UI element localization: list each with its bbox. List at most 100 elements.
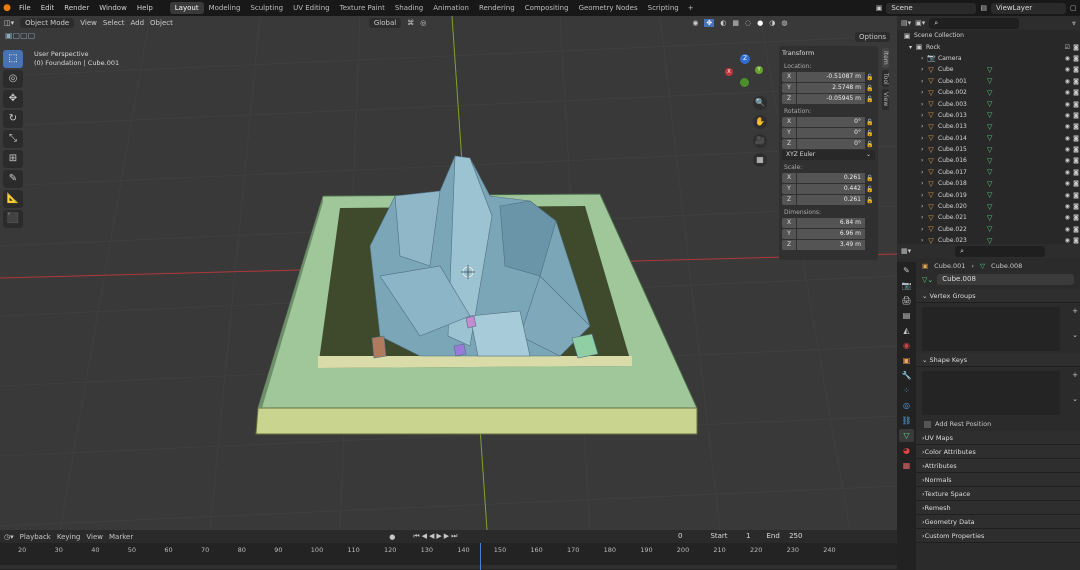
- rotate-tool-icon[interactable]: ↻: [3, 110, 23, 128]
- shape-key-menu-icon[interactable]: ⌄: [1072, 395, 1078, 403]
- lock-icon[interactable]: 🔓: [865, 197, 875, 204]
- shading-wire-icon[interactable]: ◌: [745, 19, 751, 27]
- tab-item[interactable]: Item: [882, 48, 889, 68]
- visibility-eye-icon[interactable]: ◉: [1065, 55, 1070, 62]
- mesh-data-tab-icon[interactable]: ▽: [899, 429, 914, 442]
- material-tab-icon[interactable]: ◕: [899, 444, 914, 457]
- overlay-icon[interactable]: ◐: [720, 19, 726, 27]
- menu-render[interactable]: Render: [59, 4, 94, 12]
- outliner-item[interactable]: › ▽ Cube.002 ▽ ◉ ◙: [897, 87, 1080, 98]
- lock-icon[interactable]: 🔓: [865, 96, 875, 103]
- collection-rock-row[interactable]: ▾ ▣ Rock ☑ ◙: [897, 41, 1080, 52]
- playback-controls[interactable]: ⏮◀◀▶▶⏭: [413, 532, 459, 541]
- outliner-item[interactable]: › ▽ Cube ▽ ◉ ◙: [897, 64, 1080, 75]
- timeline-ruler[interactable]: 20 30 40 50 60 70 80 90 100 110 120 130 140 150 160 170…: [0, 543, 897, 570]
- visibility-eye-icon[interactable]: ◉: [1065, 203, 1070, 210]
- mesh-data-icon[interactable]: ▽: [987, 100, 992, 108]
- outliner-item[interactable]: › ▽ Cube.017 ▽ ◉ ◙: [897, 167, 1080, 178]
- render-camera-icon[interactable]: ◙: [1073, 146, 1079, 153]
- tab-tool[interactable]: Tool: [882, 69, 889, 88]
- render-camera-icon[interactable]: ◙: [1073, 203, 1079, 210]
- lock-icon[interactable]: 🔓: [865, 130, 875, 137]
- shading-solid-icon[interactable]: ●: [757, 19, 763, 27]
- render-camera-icon[interactable]: ◙: [1073, 123, 1079, 130]
- mesh-data-icon[interactable]: ▽: [987, 203, 992, 211]
- outliner-search-input[interactable]: ⌕: [929, 17, 1020, 29]
- outliner-item[interactable]: › ▽ Cube.013 ▽ ◉ ◙: [897, 121, 1080, 132]
- outliner-item[interactable]: › ▽ Cube.013 ▽ ◉ ◙: [897, 110, 1080, 121]
- editor-type-icon[interactable]: ◫▾: [4, 19, 14, 27]
- shading-render-icon[interactable]: ◍: [781, 19, 787, 27]
- menu-edit[interactable]: Edit: [36, 4, 60, 12]
- rotation-x-field[interactable]: 0°: [797, 117, 865, 127]
- timeline-menu-keying[interactable]: Keying: [57, 533, 81, 541]
- 3d-viewport[interactable]: [0, 16, 897, 530]
- mesh-data-icon[interactable]: ▽: [987, 77, 992, 85]
- lock-icon[interactable]: 🔓: [865, 74, 875, 81]
- mesh-data-icon[interactable]: ▽: [987, 191, 992, 199]
- gizmo-z[interactable]: Z: [740, 54, 750, 64]
- dimensions-z-field[interactable]: 3.49 m: [797, 240, 865, 250]
- add-rest-position-checkbox[interactable]: Add Rest Position: [916, 417, 1080, 431]
- scale-y-field[interactable]: 0.442: [797, 184, 865, 194]
- panel-geometry-data[interactable]: › Geometry Data: [916, 515, 1080, 529]
- viewport-menu-add[interactable]: Add: [130, 19, 144, 27]
- transform-title[interactable]: Transform: [782, 49, 875, 57]
- lock-icon[interactable]: 🔓: [865, 119, 875, 126]
- playhead-icon[interactable]: [480, 543, 481, 570]
- particles-tab-icon[interactable]: ⁘: [899, 384, 914, 397]
- scene-collection-row[interactable]: ▣ Scene Collection: [897, 30, 1080, 41]
- scale-x-field[interactable]: 0.261: [797, 173, 865, 183]
- zoom-icon[interactable]: 🔍: [753, 96, 767, 110]
- mesh-data-icon[interactable]: ▽: [987, 123, 992, 131]
- panel-custom-properties[interactable]: › Custom Properties: [916, 529, 1080, 543]
- dimensions-y-field[interactable]: 6.96 m: [797, 229, 865, 239]
- render-camera-icon[interactable]: ◙: [1073, 214, 1079, 221]
- render-camera-icon[interactable]: ◙: [1073, 55, 1079, 62]
- checkbox-icon[interactable]: ☑: [1065, 44, 1070, 51]
- physics-tab-icon[interactable]: ◎: [899, 399, 914, 412]
- scale-tool-icon[interactable]: ⤡: [3, 130, 23, 148]
- render-camera-icon[interactable]: ◙: [1073, 180, 1079, 187]
- blender-logo-icon[interactable]: ●: [0, 3, 14, 13]
- properties-editor-icon[interactable]: ▦▾: [901, 247, 911, 255]
- add-shape-key-button[interactable]: +: [1072, 371, 1078, 379]
- location-z-field[interactable]: -0.05945 m: [797, 94, 865, 104]
- render-tab-icon[interactable]: 📷: [899, 279, 914, 292]
- mesh-data-icon[interactable]: ▽: [987, 89, 992, 97]
- outliner-item[interactable]: › ▽ Cube.021 ▽ ◉ ◙: [897, 212, 1080, 223]
- start-frame-field[interactable]: Start 1: [705, 531, 756, 542]
- tool-tab-icon[interactable]: ✎: [899, 264, 914, 277]
- menu-help[interactable]: Help: [132, 4, 158, 12]
- dimensions-x-field[interactable]: 6.84 m: [797, 218, 865, 228]
- shading-material-icon[interactable]: ◑: [769, 19, 775, 27]
- output-tab-icon[interactable]: 🖨: [899, 294, 914, 307]
- end-frame-field[interactable]: End 250: [761, 531, 808, 542]
- lock-icon[interactable]: 🔓: [865, 141, 875, 148]
- outliner-item[interactable]: › ▽ Cube.014 ▽ ◉ ◙: [897, 133, 1080, 144]
- render-camera-icon[interactable]: ◙: [1073, 78, 1079, 85]
- transform-tool-icon[interactable]: ⊞: [3, 150, 23, 168]
- mesh-data-icon[interactable]: ▽: [987, 157, 992, 165]
- visibility-icon[interactable]: ◉: [692, 19, 698, 27]
- add-workspace-button[interactable]: +: [688, 4, 694, 12]
- select-tool-icon[interactable]: ⬚: [3, 50, 23, 68]
- render-camera-icon[interactable]: ◙: [1073, 135, 1079, 142]
- outliner-item[interactable]: › ▽ Cube.015 ▽ ◉ ◙: [897, 144, 1080, 155]
- tab-animation[interactable]: Animation: [428, 2, 474, 14]
- proportional-edit-icon[interactable]: ◎: [420, 19, 426, 27]
- shape-keys-panel[interactable]: ⌄ Shape Keys: [916, 353, 1080, 367]
- gizmo-neg-y[interactable]: [740, 78, 749, 87]
- xray-icon[interactable]: ▦: [732, 19, 739, 27]
- viewport-menu-select[interactable]: Select: [103, 19, 125, 27]
- mesh-data-icon[interactable]: ▽: [987, 180, 992, 188]
- cursor-tool-icon[interactable]: ◎: [3, 70, 23, 88]
- visibility-eye-icon[interactable]: ◉: [1065, 226, 1070, 233]
- panel-normals[interactable]: › Normals: [916, 473, 1080, 487]
- panel-texture-space[interactable]: › Texture Space: [916, 487, 1080, 501]
- filter-icon[interactable]: ⩔: [1072, 19, 1076, 28]
- camera-view-icon[interactable]: 🎥: [753, 134, 767, 148]
- outliner-item[interactable]: › ▽ Cube.018 ▽ ◉ ◙: [897, 178, 1080, 189]
- render-camera-icon[interactable]: ◙: [1073, 192, 1079, 199]
- tab-rendering[interactable]: Rendering: [474, 2, 520, 14]
